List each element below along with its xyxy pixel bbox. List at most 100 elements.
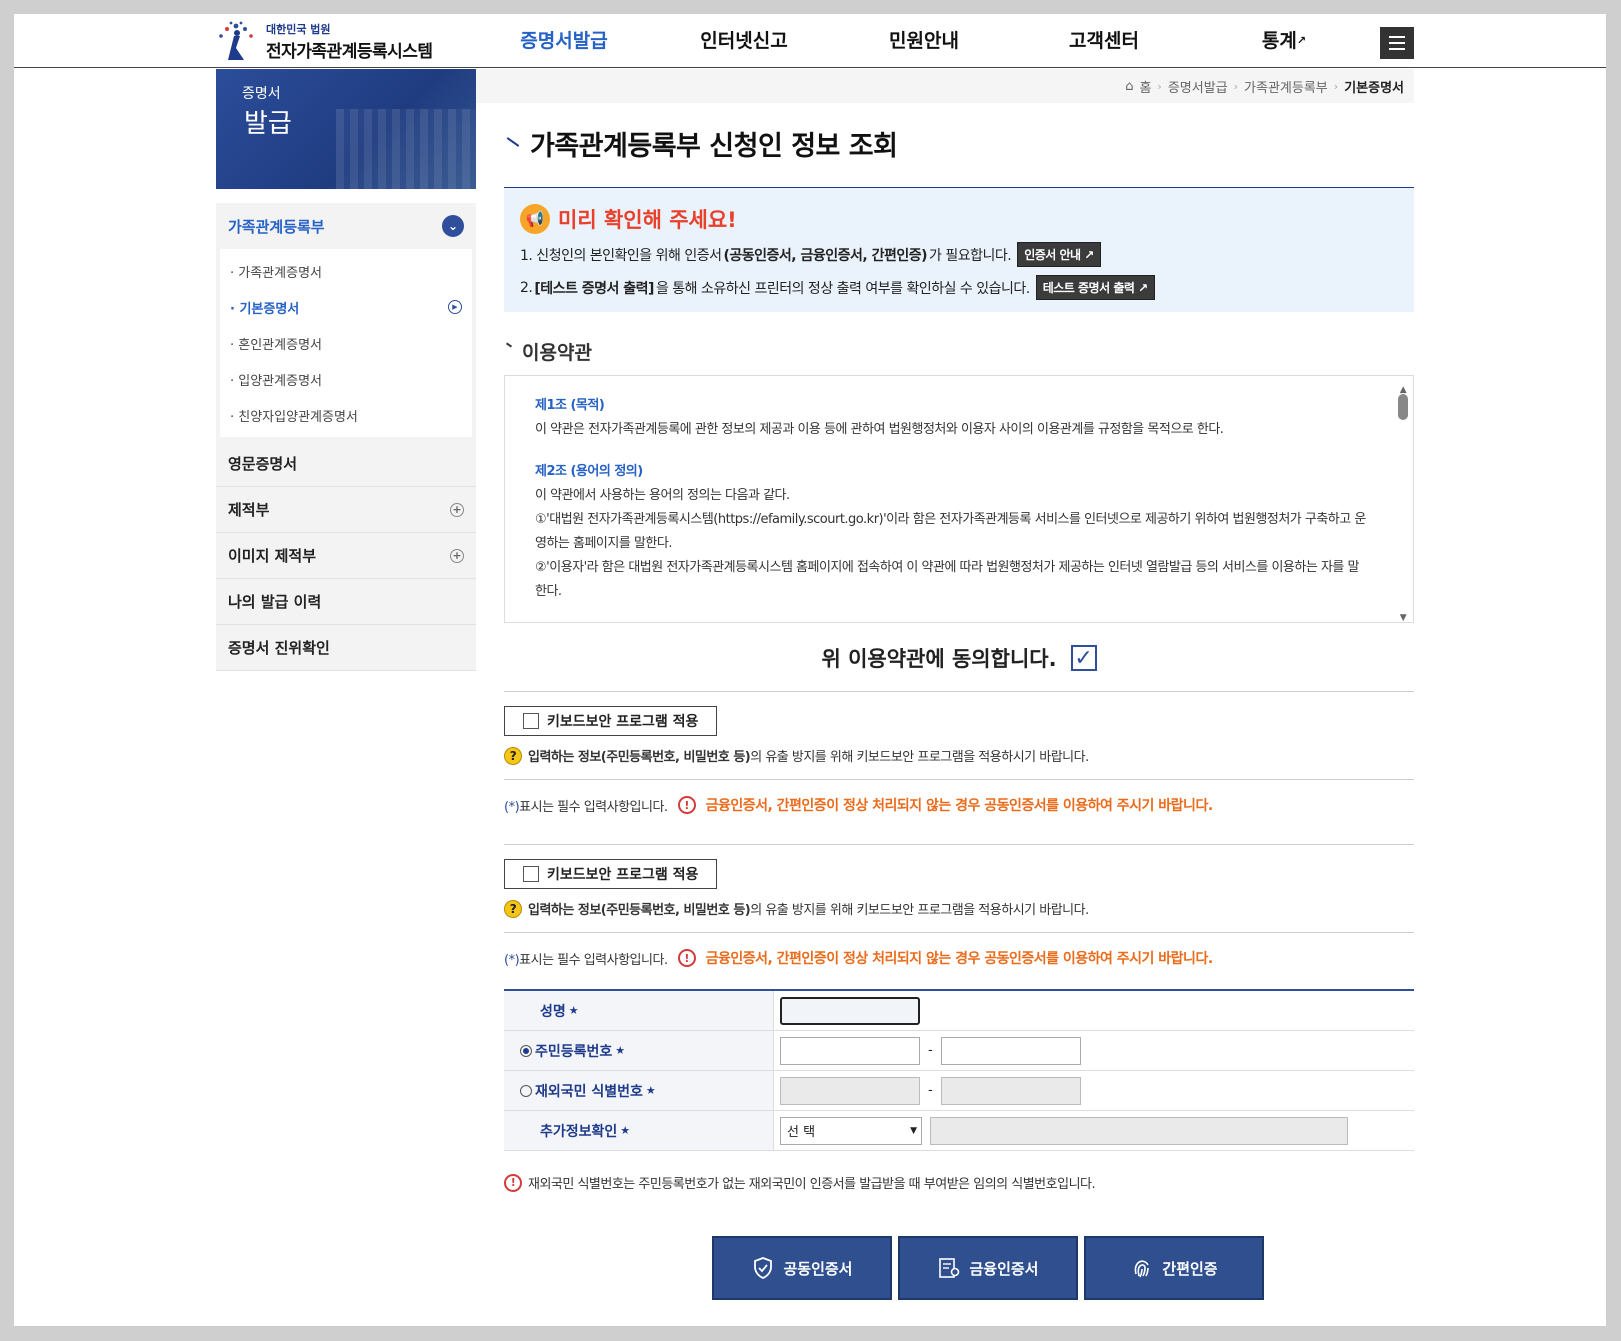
warning-icon: ! (677, 949, 696, 967)
notice-text: 1. 신청인의 본인확인을 위해 인증서 (520, 247, 722, 264)
sidebar-item-english-cert[interactable]: 영문증명서 (216, 441, 476, 487)
extra-info-select-value: 선 택 (787, 1125, 816, 1140)
sidebar-sub-full-adoption-cert[interactable]: · 친양자입양관계증명서 (220, 397, 472, 433)
sidebar-sub-label: · 혼인관계증명서 (230, 337, 322, 353)
test-print-label: 테스트 증명서 출력 (1042, 281, 1135, 295)
breadcrumb-home[interactable]: 홈 (1139, 77, 1151, 96)
simple-auth-button[interactable]: 간편인증 (1084, 1236, 1264, 1300)
breadcrumb-separator-icon: › (1233, 79, 1239, 93)
hint-bold: (주민등록번호, 비밀번호 등) (600, 903, 751, 918)
security-hint: ? 입력하는 정보(주민등록번호, 비밀번호 등)의 유출 방지를 위해 키보드… (504, 899, 1414, 918)
keyboard-security-checkbox[interactable] (523, 866, 539, 882)
sidebar-sub-marriage-cert[interactable]: · 혼인관계증명서 (220, 325, 472, 361)
logo-title: 전자가족관계등록시스템 (266, 41, 433, 62)
sidebar-sub-label: · 가족관계증명서 (230, 265, 322, 281)
notice-text: 을 통해 소유하신 프린터의 정상 출력 여부를 확인하실 수 있습니다. (655, 280, 1030, 297)
sidebar-item-image-register[interactable]: 이미지 제적부 + (216, 533, 476, 579)
nav-internet-report[interactable]: 인터넷신고 (654, 14, 834, 68)
cert-guide-button[interactable]: 인증서 안내 ↗ (1017, 242, 1101, 267)
financial-certificate-button[interactable]: 금융인증서 (898, 1236, 1078, 1300)
terms-agree-label: 위 이용약관에 동의합니다. (821, 647, 1057, 671)
joint-certificate-button[interactable]: 공동인증서 (712, 1236, 892, 1300)
question-icon: ? (504, 899, 522, 918)
scroll-down-icon[interactable]: ▼ (1395, 606, 1411, 622)
scroll-up-icon[interactable]: ▲ (1395, 378, 1411, 395)
auth-button-group: 공동인증서 금융인증서 간편인증 (504, 1236, 1414, 1300)
sidebar-submenu: · 가족관계증명서 · 기본증명서 ▶ · 혼인관계증명서 · 입양관계증명서 ·… (220, 249, 472, 437)
foreign-id-radio[interactable] (520, 1084, 532, 1097)
sidebar-banner: 증명서 발급 (216, 69, 476, 189)
breadcrumb-level2[interactable]: 가족관계등록부 (1244, 77, 1328, 96)
breadcrumb-separator-icon: › (1157, 79, 1162, 93)
keyboard-security-label: 키보드보안 프로그램 적용 (547, 867, 699, 883)
rrn-front-input[interactable] (780, 1036, 920, 1065)
rrn-radio[interactable] (520, 1044, 532, 1057)
hint-bold: 입력하는 정보 (528, 903, 601, 918)
megaphone-icon: 📢 (520, 204, 550, 234)
foreign-id-footnote: ! 재외국민 식별번호는 주민등록번호가 없는 재외국민이 인증서를 발급받을 … (504, 1173, 1414, 1192)
sidebar-item-removed-register[interactable]: 제적부 + (216, 487, 476, 533)
terms-agree-checkbox[interactable]: ✓ (1070, 645, 1097, 671)
banner-line2: 발급 (244, 109, 292, 139)
required-note: 표시는 필수 입력사항입니다. (519, 799, 668, 815)
nav-statistics[interactable]: 통계↗ (1194, 14, 1374, 68)
security-block-2: 키보드보안 프로그램 적용 ? 입력하는 정보(주민등록번호, 비밀번호 등)의… (504, 859, 1414, 918)
site-header: 대한민국 법원 전자가족관계등록시스템 증명서발급 인터넷신고 민원안내 고객센… (14, 14, 1606, 68)
sidebar-item-authenticity[interactable]: 증명서 진위확인 (216, 625, 476, 671)
keyboard-security-toggle[interactable]: 키보드보안 프로그램 적용 (504, 859, 718, 889)
breadcrumb: ⌂ 홈 › 증명서발급 › 가족관계등록부 › 기본증명서 (476, 69, 1414, 103)
required-notice-row: (*)표시는 필수 입력사항입니다. ! 금융인증서, 간편인증이 정상 처리되… (504, 780, 1414, 830)
play-circle-icon: ▶ (448, 300, 462, 314)
applicant-form: 성명 ★ 주민등록번호 ★ - 재외국민 식별번호 ★ - 추가정보확인 ★ 선… (504, 989, 1414, 1151)
site-logo[interactable]: 대한민국 법원 전자가족관계등록시스템 (214, 14, 433, 68)
page-title: 가족관계등록부 신청인 정보 조회 (504, 125, 1414, 169)
left-sidebar: 증명서 발급 가족관계등록부 ⌄ · 가족관계증명서 · 기본증명서 ▶ · 혼인… (216, 69, 476, 671)
form-row-extra-info: 추가정보확인 ★ 선 택 ▼ (504, 1111, 1414, 1151)
terms-agree-row: 위 이용약관에 동의합니다. ✓ (504, 643, 1414, 673)
fingerprint-icon (1134, 1260, 1150, 1278)
financial-certificate-label: 금융인증서 (969, 1259, 1039, 1278)
sidebar-sub-label: · 기본증명서 (230, 301, 300, 317)
sidebar-item-label: 이미지 제적부 (228, 547, 317, 565)
main-navigation: 증명서발급 인터넷신고 민원안내 고객센터 통계↗ (474, 14, 1374, 68)
nav-civil-guide[interactable]: 민원안내 (834, 14, 1014, 68)
required-notice-row: (*)표시는 필수 입력사항입니다. ! 금융인증서, 간편인증이 정상 처리되… (504, 933, 1414, 983)
cert-warning-text: 금융인증서, 간편인증이 정상 처리되지 않는 경우 공동인증서를 이용하여 주… (705, 798, 1214, 814)
notice-text: 가 필요합니다. (929, 247, 1012, 264)
home-icon[interactable]: ⌂ (1125, 79, 1133, 94)
terms-scrollbar[interactable]: ▲ ▼ (1395, 378, 1411, 622)
sidebar-sub-family-cert[interactable]: · 가족관계증명서 (220, 253, 472, 289)
keyboard-security-checkbox[interactable] (523, 713, 539, 729)
dash-separator: - (928, 1083, 933, 1098)
nav-customer-center[interactable]: 고객센터 (1014, 14, 1194, 68)
checkmark-icon: ✓ (1074, 645, 1093, 671)
hamburger-menu-button[interactable] (1380, 27, 1414, 59)
hint-text: 의 유출 방지를 위해 키보드보안 프로그램을 적용하시기 바랍니다. (750, 750, 1089, 765)
keyboard-security-toggle[interactable]: 키보드보안 프로그램 적용 (504, 706, 718, 736)
cert-guide-label: 인증서 안내 (1024, 248, 1081, 262)
sidebar-sub-basic-cert[interactable]: · 기본증명서 ▶ (220, 289, 472, 325)
foreign-id-back-input (940, 1076, 1081, 1105)
terms-article1-body: 이 약관은 전자가족관계등록에 관한 정보의 제공과 이용 등에 관하여 법원행… (535, 422, 1224, 437)
dash-separator: - (928, 1043, 933, 1058)
nav-certificate-issue[interactable]: 증명서발급 (474, 14, 654, 68)
sidebar-sub-adoption-cert[interactable]: · 입양관계증명서 (220, 361, 472, 397)
sidebar-item-family-register[interactable]: 가족관계등록부 ⌄ (216, 203, 476, 249)
test-print-button[interactable]: 테스트 증명서 출력 ↗ (1035, 275, 1155, 300)
security-block-1: 키보드보안 프로그램 적용 ? 입력하는 정보(주민등록번호, 비밀번호 등)의… (504, 706, 1414, 765)
breadcrumb-level1[interactable]: 증명서발급 (1168, 77, 1228, 96)
required-note: 표시는 필수 입력사항입니다. (519, 952, 668, 968)
terms-scroll-box[interactable]: 제1조 (목적) 이 약관은 전자가족관계등록에 관한 정보의 제공과 이용 등… (504, 375, 1414, 623)
rrn-back-input[interactable] (940, 1036, 1081, 1065)
terms-article2-item1: ①'대법원 전자가족관계등록시스템(https://efamily.scourt… (535, 512, 1366, 551)
name-input[interactable] (780, 996, 920, 1025)
cert-warning-text: 금융인증서, 간편인증이 정상 처리되지 않는 경우 공동인증서를 이용하여 주… (705, 951, 1214, 967)
plus-circle-icon: + (450, 502, 464, 517)
terms-heading: 이용약관 (504, 338, 1414, 365)
extra-info-select[interactable]: 선 택 ▼ (780, 1116, 922, 1145)
sidebar-item-issue-history[interactable]: 나의 발급 이력 (216, 579, 476, 625)
scroll-thumb[interactable] (1398, 394, 1408, 420)
divider (504, 691, 1414, 692)
required-star-icon: ★ (620, 1124, 631, 1137)
extra-info-input (930, 1116, 1348, 1145)
